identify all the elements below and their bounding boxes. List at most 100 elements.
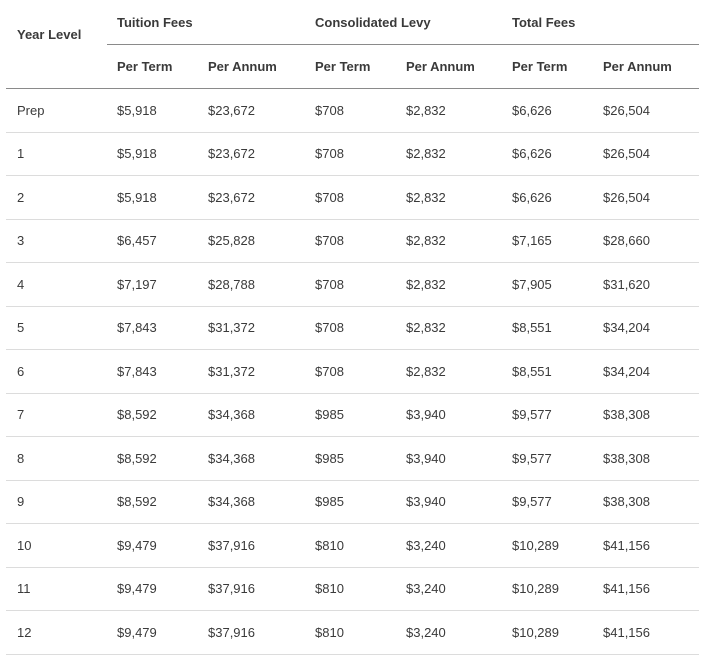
cell-levy-per-annum: $2,832 (406, 277, 446, 292)
cell-total-per-annum: $41,156 (603, 538, 650, 553)
cell-levy-per-annum: $3,940 (406, 451, 446, 466)
cell-levy-per-annum: $2,832 (406, 190, 446, 205)
cell-total-per-term: $7,165 (512, 233, 552, 248)
table-row: 1 $5,918 $23,672 $708 $2,832 $6,626 $26,… (6, 132, 699, 176)
cell-tuition-per-annum: $37,916 (208, 538, 255, 553)
cell-levy-per-annum: $3,240 (406, 625, 446, 640)
cell-tuition-per-term: $8,592 (117, 494, 157, 509)
cell-tuition-per-term: $9,479 (117, 581, 157, 596)
cell-levy-per-annum: $2,832 (406, 233, 446, 248)
cell-tuition-per-annum: $23,672 (208, 190, 255, 205)
cell-tuition-per-term: $5,918 (117, 146, 157, 161)
cell-tuition-per-term: $5,918 (117, 190, 157, 205)
cell-tuition-per-annum: $31,372 (208, 364, 255, 379)
header-levy-per-term: Per Term (315, 59, 371, 74)
cell-total-per-term: $6,626 (512, 146, 552, 161)
table-row: 5 $7,843 $31,372 $708 $2,832 $8,551 $34,… (6, 306, 699, 350)
cell-tuition-per-annum: $34,368 (208, 407, 255, 422)
cell-levy-per-annum: $2,832 (406, 364, 446, 379)
cell-levy-per-term: $985 (315, 494, 344, 509)
cell-year-level: 8 (17, 451, 25, 466)
cell-total-per-term: $10,289 (512, 625, 559, 640)
cell-total-per-term: $8,551 (512, 320, 552, 335)
cell-total-per-annum: $41,156 (603, 581, 650, 596)
header-total-fees: Total Fees (512, 15, 576, 30)
cell-tuition-per-annum: $34,368 (208, 494, 255, 509)
cell-total-per-annum: $26,504 (603, 103, 650, 118)
fee-table: Year Level Tuition Fees Consolidated Lev… (0, 0, 704, 661)
header-group-divider (107, 44, 699, 45)
table-row: 9 $8,592 $34,368 $985 $3,940 $9,577 $38,… (6, 480, 699, 524)
cell-total-per-annum: $26,504 (603, 146, 650, 161)
cell-total-per-annum: $38,308 (603, 451, 650, 466)
cell-total-per-annum: $34,204 (603, 364, 650, 379)
cell-levy-per-term: $810 (315, 625, 344, 640)
cell-total-per-term: $6,626 (512, 190, 552, 205)
cell-levy-per-term: $985 (315, 451, 344, 466)
table-row: 3 $6,457 $25,828 $708 $2,832 $7,165 $28,… (6, 219, 699, 263)
cell-year-level: 5 (17, 320, 25, 335)
cell-tuition-per-term: $7,843 (117, 364, 157, 379)
cell-tuition-per-term: $9,479 (117, 538, 157, 553)
cell-levy-per-term: $708 (315, 146, 344, 161)
cell-total-per-annum: $31,620 (603, 277, 650, 292)
cell-tuition-per-annum: $23,672 (208, 146, 255, 161)
table-row: 8 $8,592 $34,368 $985 $3,940 $9,577 $38,… (6, 437, 699, 481)
cell-total-per-term: $9,577 (512, 494, 552, 509)
header-year-level: Year Level (17, 27, 82, 42)
cell-levy-per-term: $810 (315, 538, 344, 553)
header-tuition-per-term: Per Term (117, 59, 173, 74)
cell-year-level: 9 (17, 494, 25, 509)
table-row: 12 $9,479 $37,916 $810 $3,240 $10,289 $4… (6, 611, 699, 655)
table-row: 6 $7,843 $31,372 $708 $2,832 $8,551 $34,… (6, 350, 699, 394)
cell-tuition-per-annum: $23,672 (208, 103, 255, 118)
cell-levy-per-term: $708 (315, 320, 344, 335)
cell-levy-per-term: $708 (315, 233, 344, 248)
cell-total-per-term: $10,289 (512, 581, 559, 596)
cell-levy-per-annum: $3,240 (406, 538, 446, 553)
cell-total-per-annum: $38,308 (603, 494, 650, 509)
header-tuition-per-annum: Per Annum (208, 59, 277, 74)
cell-levy-per-term: $708 (315, 190, 344, 205)
table-row: 11 $9,479 $37,916 $810 $3,240 $10,289 $4… (6, 567, 699, 611)
table-row: 7 $8,592 $34,368 $985 $3,940 $9,577 $38,… (6, 393, 699, 437)
cell-levy-per-term: $708 (315, 103, 344, 118)
cell-year-level: 1 (17, 146, 25, 161)
cell-total-per-term: $8,551 (512, 364, 552, 379)
cell-tuition-per-term: $8,592 (117, 451, 157, 466)
header-total-per-annum: Per Annum (603, 59, 672, 74)
cell-year-level: 12 (17, 625, 32, 640)
cell-levy-per-term: $810 (315, 581, 344, 596)
cell-levy-per-annum: $2,832 (406, 146, 446, 161)
cell-tuition-per-term: $8,592 (117, 407, 157, 422)
cell-total-per-annum: $26,504 (603, 190, 650, 205)
cell-total-per-term: $10,289 (512, 538, 559, 553)
cell-levy-per-annum: $2,832 (406, 103, 446, 118)
cell-tuition-per-term: $7,843 (117, 320, 157, 335)
cell-year-level: 7 (17, 407, 25, 422)
cell-levy-per-term: $708 (315, 277, 344, 292)
cell-total-per-annum: $41,156 (603, 625, 650, 640)
cell-total-per-term: $9,577 (512, 407, 552, 422)
table-row: 2 $5,918 $23,672 $708 $2,832 $6,626 $26,… (6, 176, 699, 220)
cell-tuition-per-term: $7,197 (117, 277, 157, 292)
cell-tuition-per-annum: $31,372 (208, 320, 255, 335)
cell-tuition-per-annum: $37,916 (208, 625, 255, 640)
cell-total-per-annum: $38,308 (603, 407, 650, 422)
cell-total-per-term: $6,626 (512, 103, 552, 118)
table-row: Prep $5,918 $23,672 $708 $2,832 $6,626 $… (6, 89, 699, 133)
header-levy-per-annum: Per Annum (406, 59, 475, 74)
cell-levy-per-annum: $3,940 (406, 407, 446, 422)
table-row: 10 $9,479 $37,916 $810 $3,240 $10,289 $4… (6, 524, 699, 568)
cell-tuition-per-term: $5,918 (117, 103, 157, 118)
cell-levy-per-term: $985 (315, 407, 344, 422)
cell-year-level: 2 (17, 190, 25, 205)
cell-levy-per-annum: $2,832 (406, 320, 446, 335)
cell-total-per-annum: $34,204 (603, 320, 650, 335)
cell-tuition-per-annum: $28,788 (208, 277, 255, 292)
cell-levy-per-term: $708 (315, 364, 344, 379)
cell-levy-per-annum: $3,240 (406, 581, 446, 596)
header-tuition-fees: Tuition Fees (117, 15, 193, 30)
cell-tuition-per-annum: $25,828 (208, 233, 255, 248)
cell-year-level: 11 (17, 581, 31, 596)
